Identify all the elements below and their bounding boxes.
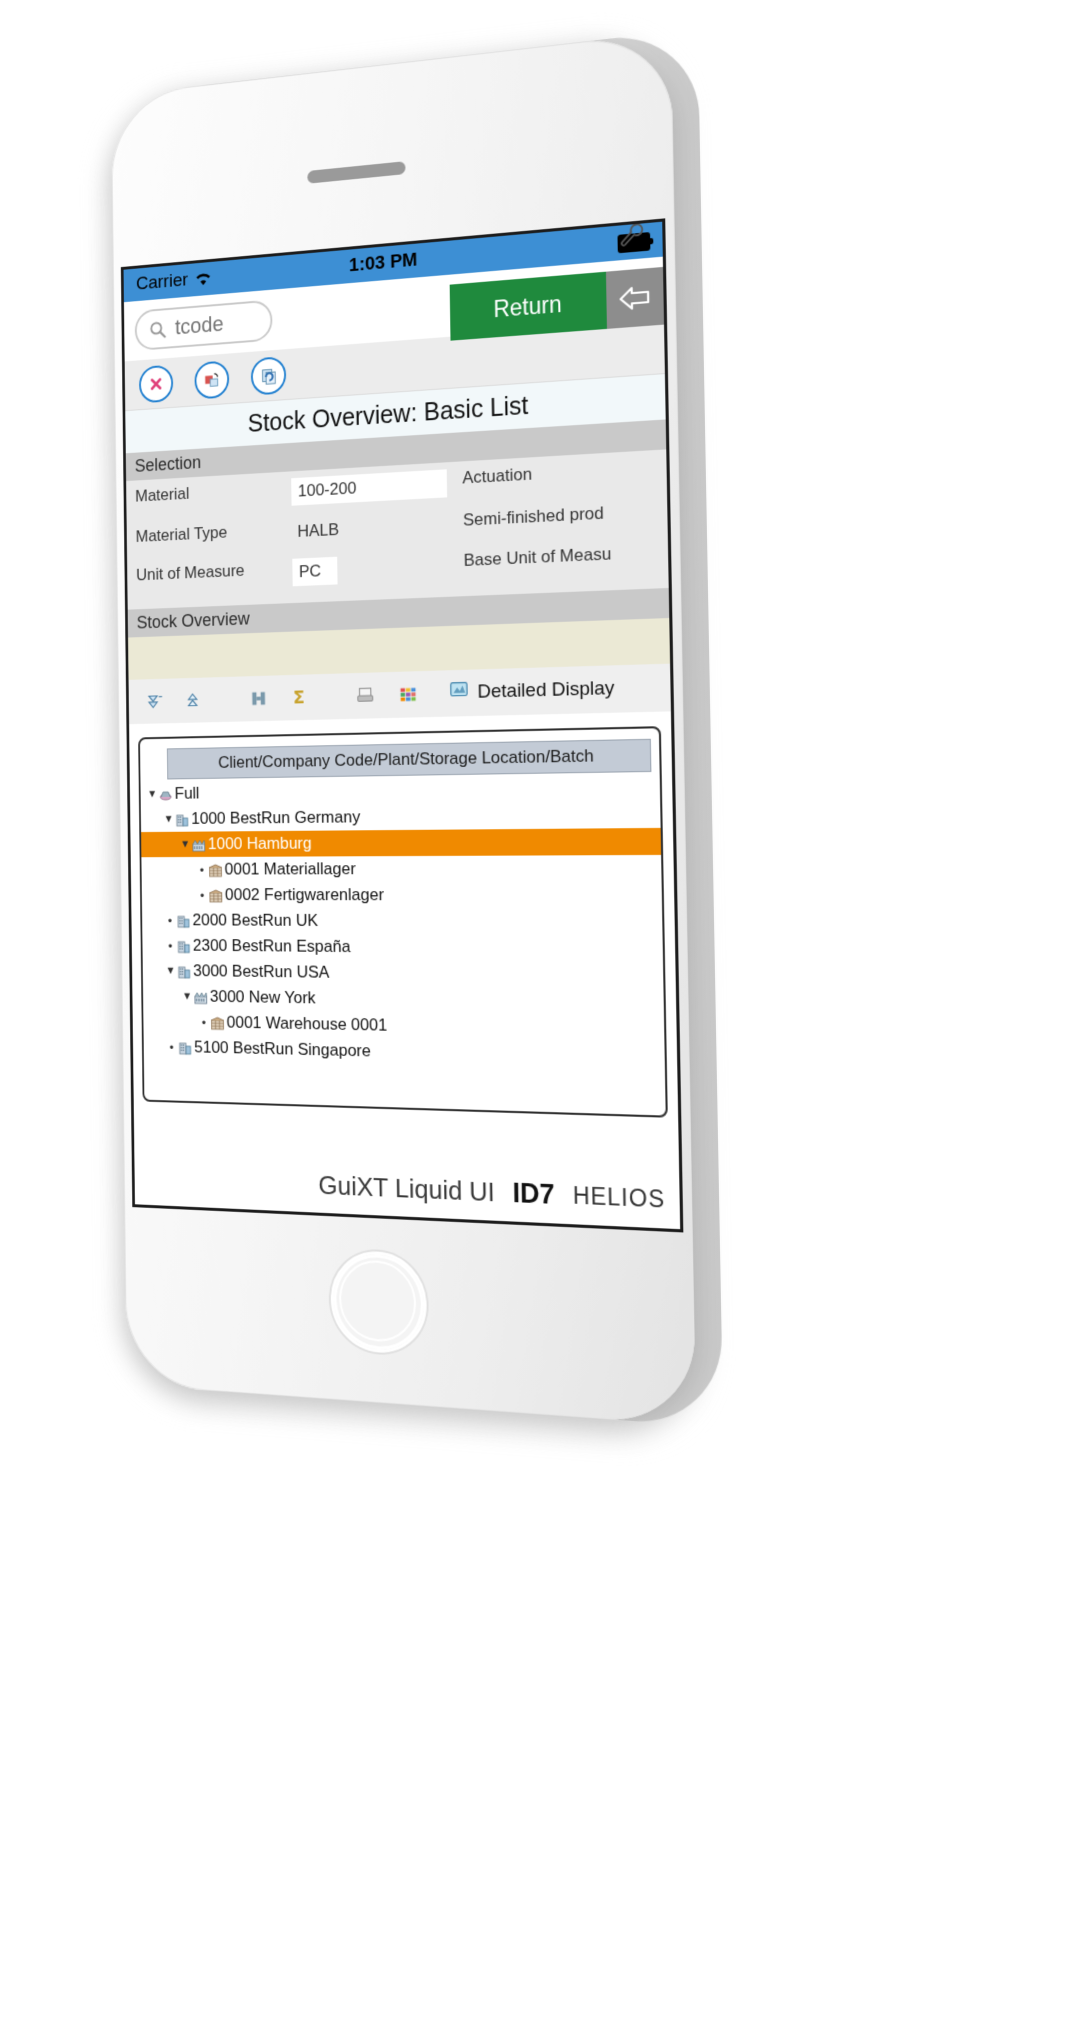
detailed-display-button[interactable]: Detailed Display (448, 675, 615, 708)
tree-node[interactable]: ▼ 1000 BestRun Germany (141, 801, 661, 832)
bullet-icon: • (165, 1039, 178, 1054)
tree-node-label: 3000 New York (210, 987, 316, 1008)
material-field[interactable]: 100-200 (291, 469, 447, 505)
sum-icon[interactable]: Σ (279, 686, 320, 709)
tree-node-label: 0001 Warehouse 0001 (227, 1013, 388, 1036)
carrier-label: Carrier (136, 270, 188, 296)
base-unit-label: Base Unit of Measu (460, 534, 669, 586)
brand-footer: GuiXT Liquid UI ID7 HELIOS (134, 1150, 680, 1229)
material-value-cell[interactable]: 100-200 (287, 462, 459, 513)
tree-node-label: Full (175, 784, 200, 804)
detailed-display-label: Detailed Display (477, 678, 614, 704)
client-icon (158, 787, 173, 801)
tree-node-label: 0002 Fertigwarenlager (225, 885, 384, 905)
expand-all-icon[interactable] (136, 690, 176, 712)
search-icon (149, 319, 166, 339)
bullet-icon: • (197, 1015, 210, 1030)
company-icon (175, 812, 190, 826)
bullet-icon: • (164, 938, 177, 953)
layout-icon[interactable] (386, 683, 429, 706)
refresh-icon[interactable] (251, 356, 287, 396)
unit-of-measure-field[interactable]: PC (292, 557, 337, 587)
bullet-icon: • (195, 862, 208, 877)
brand-system: ID7 (512, 1177, 554, 1211)
tree-node-label: 2300 BestRun España (193, 936, 351, 957)
svg-text:Σ: Σ (293, 688, 305, 708)
tree-node-label: 5100 BestRun Singapore (194, 1038, 371, 1062)
tree-node[interactable]: • 5100 BestRun Singapore (144, 1034, 665, 1072)
find-icon[interactable] (239, 687, 280, 710)
company-icon (177, 964, 192, 978)
plant-icon (193, 990, 208, 1004)
carrier-group: Carrier (136, 268, 212, 296)
print-icon[interactable] (345, 684, 387, 707)
tree-node[interactable]: • 2000 BestRun UK (142, 908, 663, 937)
company-icon (176, 913, 191, 927)
tree-column-header: Client/Company Code/Plant/Storage Locati… (167, 739, 651, 780)
tree-body: ▼Full▼1000 BestRun Germany▼1000 Hamburg•… (140, 774, 664, 1072)
brand-vendor: HELIOS (573, 1181, 666, 1213)
company-icon (177, 939, 192, 953)
wrench-icon[interactable] (617, 222, 644, 251)
selection-panel: Selection Material 100-200 Actuation Mat… (126, 419, 669, 609)
search-input[interactable] (173, 307, 258, 341)
semi-finished-label: Semi-finished prod (459, 493, 668, 544)
unit-of-measure-value-cell[interactable]: PC (288, 544, 460, 593)
material-type-value: HALB (292, 517, 345, 545)
battery-full-icon (617, 232, 650, 253)
tree-node-label: 0001 Materiallager (224, 859, 355, 879)
storage-icon (208, 863, 223, 877)
twisty-open-icon[interactable]: ▼ (162, 813, 175, 825)
twisty-open-icon[interactable]: ▼ (179, 838, 192, 850)
brand-product: GuiXT Liquid UI (318, 1169, 495, 1208)
unit-of-measure-label: Unit of Measure (127, 552, 289, 600)
speaker-grille (307, 161, 405, 184)
tcode-search-box[interactable] (135, 299, 273, 351)
twisty-open-icon[interactable]: ▼ (146, 788, 159, 800)
actuation-label: Actuation (458, 449, 667, 503)
cancel-icon[interactable] (139, 364, 173, 403)
tree-node-label: 3000 BestRun USA (193, 961, 329, 982)
phone-screen: Carrier 1:03 PM (124, 222, 681, 1229)
tree-node[interactable]: • 0002 Fertigwarenlager (142, 882, 662, 909)
bullet-icon: • (196, 888, 209, 903)
storage-icon (208, 888, 223, 902)
wifi-icon (194, 271, 212, 286)
screenshot-stage: Carrier 1:03 PM (0, 0, 1078, 2043)
stock-overview-panel: Stock Overview (128, 588, 678, 1118)
tree-node[interactable]: • 0001 Materiallager (141, 855, 661, 882)
plant-icon (191, 837, 206, 851)
tree-node-label: 1000 BestRun Germany (191, 807, 360, 828)
return-button[interactable]: Return (450, 272, 607, 341)
phone-mockup: Carrier 1:03 PM (111, 32, 696, 1426)
home-button[interactable] (330, 1249, 427, 1355)
tree-node-label: 1000 Hamburg (208, 834, 312, 854)
exit-icon[interactable] (194, 360, 229, 399)
phone-body: Carrier 1:03 PM (111, 32, 696, 1426)
storage-icon (210, 1015, 225, 1029)
company-icon (178, 1040, 193, 1054)
tree-node-label: 2000 BestRun UK (192, 911, 318, 931)
tree-node[interactable]: ▼ Full (140, 774, 660, 807)
stock-tree-box: Client/Company Code/Plant/Storage Locati… (138, 726, 668, 1118)
return-bar: Return (450, 267, 664, 341)
bullet-icon: • (164, 913, 177, 928)
tree-node[interactable]: ▼ 1000 Hamburg (141, 828, 661, 857)
material-type-value-cell: HALB (288, 504, 460, 552)
twisty-open-icon[interactable]: ▼ (181, 990, 194, 1002)
detailed-display-icon (448, 679, 470, 708)
twisty-open-icon[interactable]: ▼ (164, 965, 177, 977)
collapse-all-icon[interactable] (175, 689, 215, 711)
